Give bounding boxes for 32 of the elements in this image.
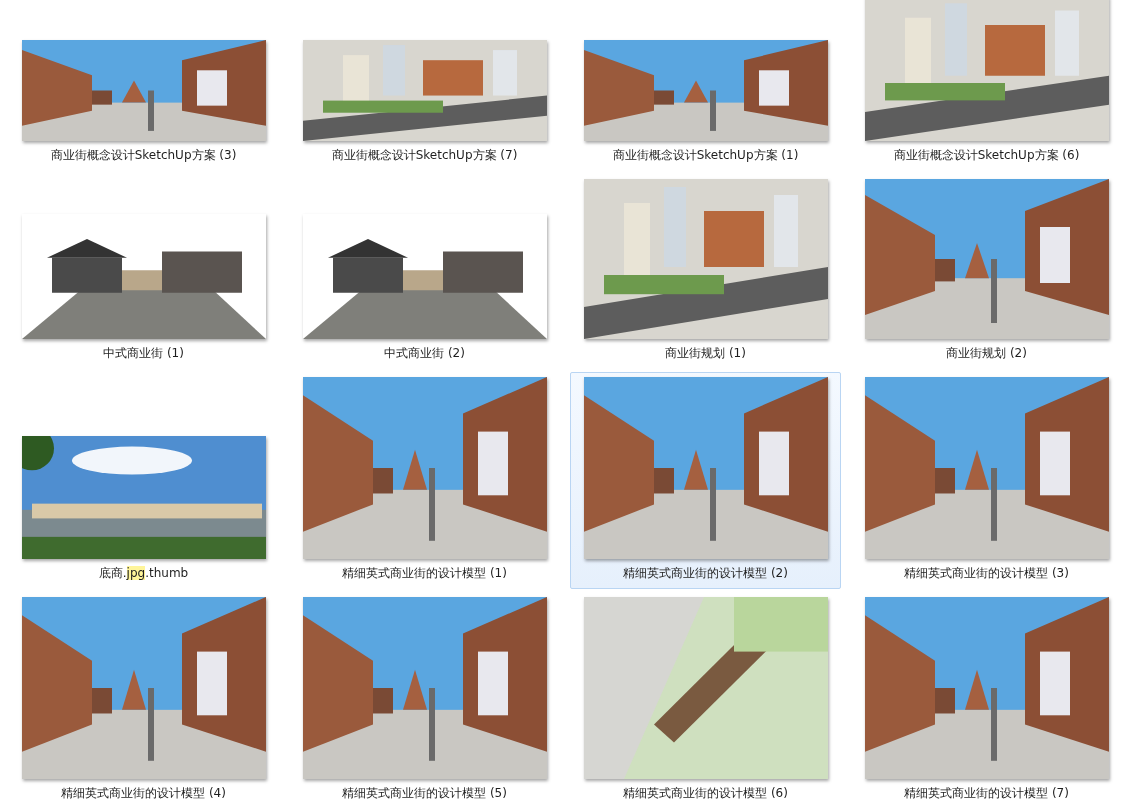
file-item[interactable]: 商业街规划 (2) bbox=[851, 174, 1122, 369]
file-item[interactable]: 商业街概念设计SketchUp方案 (3) bbox=[8, 0, 279, 171]
file-name: 精细英式商业街的设计模型 (4) bbox=[61, 785, 226, 802]
file-item[interactable]: 商业街规划 (1) bbox=[570, 174, 841, 369]
file-item[interactable]: 精细英式商业街的设计模型 (3) bbox=[851, 372, 1122, 589]
file-name: 精细英式商业街的设计模型 (1) bbox=[342, 565, 507, 582]
file-name: 商业街规划 (1) bbox=[665, 345, 746, 362]
file-item[interactable]: 精细英式商业街的设计模型 (5) bbox=[289, 592, 560, 809]
file-item[interactable]: 中式商业街 (2) bbox=[289, 174, 560, 369]
file-item[interactable]: 精细英式商业街的设计模型 (7) bbox=[851, 592, 1122, 809]
file-name: 商业街概念设计SketchUp方案 (1) bbox=[612, 147, 799, 164]
file-item[interactable]: 商业街概念设计SketchUp方案 (6) bbox=[851, 0, 1122, 171]
file-name: 精细英式商业街的设计模型 (2) bbox=[623, 565, 788, 582]
file-item[interactable]: 商业街概念设计SketchUp方案 (7) bbox=[289, 0, 560, 171]
file-item[interactable]: 底商.jpg.thumb bbox=[8, 372, 279, 589]
file-item[interactable]: 精细英式商业街的设计模型 (6) bbox=[570, 592, 841, 809]
file-name: 商业街概念设计SketchUp方案 (6) bbox=[893, 147, 1080, 164]
file-name: 精细英式商业街的设计模型 (5) bbox=[342, 785, 507, 802]
file-item[interactable]: 商业街概念设计SketchUp方案 (1) bbox=[570, 0, 841, 171]
file-item[interactable]: 中式商业街 (1) bbox=[8, 174, 279, 369]
file-name: 商业街概念设计SketchUp方案 (3) bbox=[50, 147, 237, 164]
file-name: 中式商业街 (1) bbox=[103, 345, 184, 362]
file-name: 精细英式商业街的设计模型 (3) bbox=[904, 565, 1069, 582]
file-item[interactable]: 精细英式商业街的设计模型 (4) bbox=[8, 592, 279, 809]
file-name: 底商.jpg.thumb bbox=[98, 565, 189, 582]
file-name: 商业街概念设计SketchUp方案 (7) bbox=[331, 147, 518, 164]
file-item[interactable]: 精细英式商业街的设计模型 (2) bbox=[570, 372, 841, 589]
file-name: 精细英式商业街的设计模型 (6) bbox=[623, 785, 788, 802]
file-name: 中式商业街 (2) bbox=[384, 345, 465, 362]
file-item[interactable]: 精细英式商业街的设计模型 (1) bbox=[289, 372, 560, 589]
file-name: 精细英式商业街的设计模型 (7) bbox=[904, 785, 1069, 802]
file-name: 商业街规划 (2) bbox=[946, 345, 1027, 362]
